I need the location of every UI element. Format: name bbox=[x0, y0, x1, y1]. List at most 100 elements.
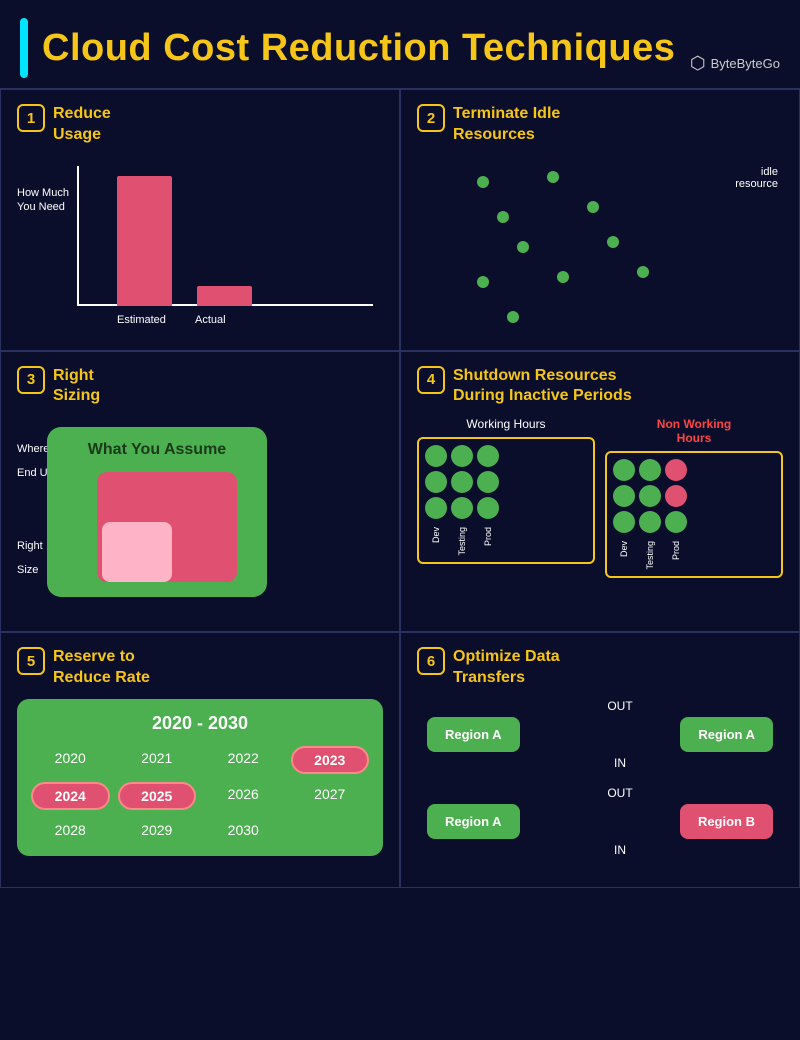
logo-name: ByteByteGo bbox=[711, 56, 780, 71]
chart-axis-vertical bbox=[77, 166, 79, 306]
dot bbox=[451, 445, 473, 467]
sizing-small-pink bbox=[102, 522, 172, 582]
scatter-dot bbox=[607, 236, 619, 248]
transfer-regions-row-2: Region A Region B bbox=[417, 804, 783, 839]
shutdown-area: Working Hours Dev Testing bbox=[417, 417, 783, 578]
dot bbox=[451, 471, 473, 493]
sizing-area: Where YouEnd UPRightSize What You Assume bbox=[17, 417, 383, 617]
working-dev-col: Dev bbox=[425, 445, 447, 556]
dot bbox=[477, 445, 499, 467]
year-2024: 2024 bbox=[31, 782, 110, 810]
cell-4-title: Shutdown ResourcesDuring Inactive Period… bbox=[453, 366, 632, 408]
dot bbox=[451, 497, 473, 519]
working-hours-label: Working Hours bbox=[417, 417, 595, 431]
transfer-block-1: OUT Region A Region A IN bbox=[417, 699, 783, 770]
non-working-prod-col: Prod bbox=[665, 459, 687, 570]
working-testing-col: Testing bbox=[451, 445, 473, 556]
scatter-dot bbox=[547, 171, 559, 183]
chart-bar-actual bbox=[197, 286, 252, 306]
chart-area: How MuchYou Need Estimated Actual bbox=[17, 156, 383, 336]
non-working-testing-col: Testing bbox=[639, 459, 661, 570]
transfers-area: OUT Region A Region A IN OUT Region A Re… bbox=[417, 699, 783, 857]
year-2026: 2026 bbox=[204, 782, 283, 810]
cell-6-title: Optimize DataTransfers bbox=[453, 647, 560, 689]
cell-5-header: 5 Reserve toReduce Rate bbox=[17, 647, 383, 689]
year-2025: 2025 bbox=[118, 782, 197, 810]
year-2023: 2023 bbox=[291, 746, 370, 774]
year-2030: 2030 bbox=[204, 818, 283, 842]
dot bbox=[613, 459, 635, 481]
col-label-testing-2: Testing bbox=[645, 541, 655, 570]
cell-optimize-transfers: 6 Optimize DataTransfers OUT Region A Re… bbox=[400, 632, 800, 888]
cell-5-number: 5 bbox=[17, 647, 45, 675]
scatter-dot bbox=[477, 176, 489, 188]
cell-1-title: ReduceUsage bbox=[53, 104, 111, 146]
scatter-dot bbox=[587, 201, 599, 213]
year-2027: 2027 bbox=[291, 782, 370, 810]
cell-terminate-idle: 2 Terminate IdleResources idleresource bbox=[400, 89, 800, 351]
chart-y-label: How MuchYou Need bbox=[17, 186, 72, 215]
scatter-dot bbox=[507, 311, 519, 323]
main-grid: 1 ReduceUsage How MuchYou Need Estimated… bbox=[0, 88, 800, 888]
year-2028: 2028 bbox=[31, 818, 110, 842]
page-title: Cloud Cost Reduction Techniques bbox=[42, 27, 675, 70]
transfer-region-b-right-2: Region B bbox=[680, 804, 773, 839]
col-label-prod-2: Prod bbox=[671, 541, 681, 560]
cell-4-number: 4 bbox=[417, 366, 445, 394]
col-label-testing: Testing bbox=[457, 527, 467, 556]
sizing-assume-label: What You Assume bbox=[88, 441, 226, 459]
x-label-estimated: Estimated bbox=[117, 314, 166, 326]
reserve-range: 2020 - 2030 bbox=[31, 713, 369, 734]
reserve-grid: 2020 2021 2022 2023 2024 2025 2026 2027 … bbox=[31, 746, 369, 842]
non-working-hours-label: Non WorkingHours bbox=[605, 417, 783, 445]
transfer-regions-row-1: Region A Region A bbox=[417, 717, 783, 752]
dot bbox=[613, 511, 635, 533]
transfer-out-label-2: OUT bbox=[417, 786, 783, 800]
page-header: Cloud Cost Reduction Techniques ⬡ ByteBy… bbox=[0, 0, 800, 88]
scatter-dot bbox=[557, 271, 569, 283]
cell-1-header: 1 ReduceUsage bbox=[17, 104, 383, 146]
cell-5-title: Reserve toReduce Rate bbox=[53, 647, 150, 689]
non-working-dev-col: Dev bbox=[613, 459, 635, 570]
dot bbox=[613, 485, 635, 507]
cell-4-header: 4 Shutdown ResourcesDuring Inactive Peri… bbox=[417, 366, 783, 408]
col-label-prod: Prod bbox=[483, 527, 493, 546]
cell-6-number: 6 bbox=[417, 647, 445, 675]
cell-1-number: 1 bbox=[17, 104, 45, 132]
dot-red bbox=[665, 485, 687, 507]
x-label-actual: Actual bbox=[195, 314, 226, 326]
scatter-dot bbox=[517, 241, 529, 253]
transfer-block-2: OUT Region A Region B IN bbox=[417, 786, 783, 857]
dot-red bbox=[665, 459, 687, 481]
year-2021: 2021 bbox=[118, 746, 197, 774]
col-label-dev: Dev bbox=[431, 527, 441, 543]
year-2022: 2022 bbox=[204, 746, 283, 774]
dot bbox=[425, 471, 447, 493]
col-label-dev-2: Dev bbox=[619, 541, 629, 557]
reserve-area: 2020 - 2030 2020 2021 2022 2023 2024 202… bbox=[17, 699, 383, 856]
cell-reserve: 5 Reserve toReduce Rate 2020 - 2030 2020… bbox=[0, 632, 400, 888]
transfer-region-a-left-2: Region A bbox=[427, 804, 520, 839]
transfer-out-label-1: OUT bbox=[417, 699, 783, 713]
year-2029: 2029 bbox=[118, 818, 197, 842]
cell-shutdown: 4 Shutdown ResourcesDuring Inactive Peri… bbox=[400, 351, 800, 633]
cell-right-sizing: 3 RightSizing Where YouEnd UPRightSize W… bbox=[0, 351, 400, 633]
year-2020: 2020 bbox=[31, 746, 110, 774]
scatter-dot bbox=[637, 266, 649, 278]
logo-icon: ⬡ bbox=[690, 53, 706, 74]
cell-2-title: Terminate IdleResources bbox=[453, 104, 560, 146]
dot bbox=[425, 445, 447, 467]
dot bbox=[639, 459, 661, 481]
non-working-hours-section: Non WorkingHours Dev Testing bbox=[605, 417, 783, 578]
non-working-hours-grid: Dev Testing Prod bbox=[605, 451, 783, 578]
chart-axes: Estimated Actual bbox=[77, 156, 373, 306]
working-prod-col: Prod bbox=[477, 445, 499, 556]
cell-reduce-usage: 1 ReduceUsage How MuchYou Need Estimated… bbox=[0, 89, 400, 351]
logo: ⬡ ByteByteGo bbox=[690, 53, 780, 78]
working-hours-grid: Dev Testing Prod bbox=[417, 437, 595, 564]
cell-3-header: 3 RightSizing bbox=[17, 366, 383, 408]
transfer-region-a-right-1: Region A bbox=[680, 717, 773, 752]
chart-bar-estimated bbox=[117, 176, 172, 306]
scatter-area: idleresource bbox=[417, 156, 783, 336]
dot bbox=[425, 497, 447, 519]
